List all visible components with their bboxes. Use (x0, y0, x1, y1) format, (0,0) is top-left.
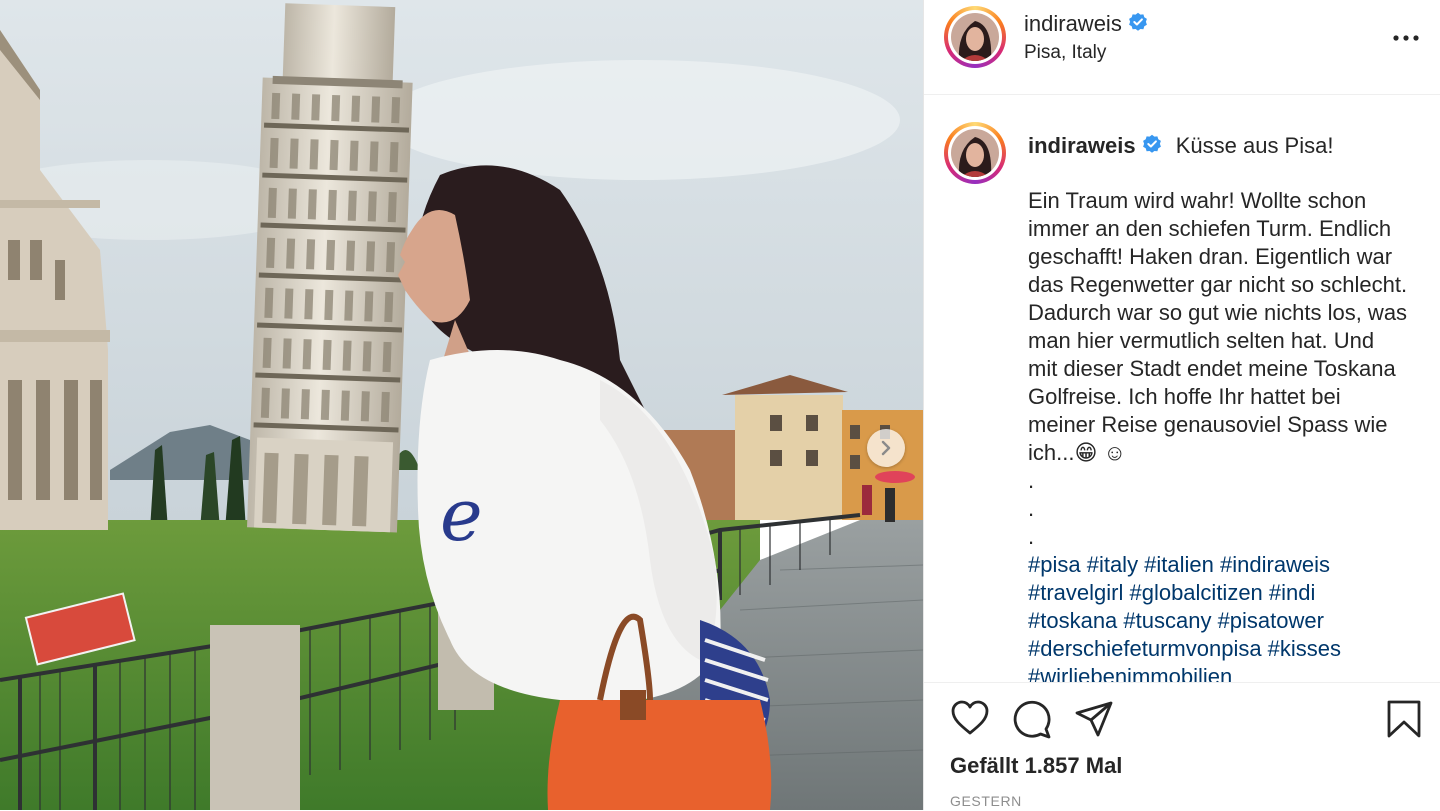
hashtag-line[interactable]: #pisa #italy #italien #indiraweis (1028, 551, 1413, 579)
hashtag-line[interactable]: #toskana #tuscany #pisatower (1028, 607, 1413, 635)
verified-badge-icon (1128, 12, 1148, 38)
post-date[interactable]: GESTERN (950, 793, 1022, 809)
caption-area: indiraweis Küsse aus Pisa! Ein Traum wir… (924, 94, 1440, 682)
photo-illustration: e (0, 0, 923, 810)
like-button[interactable] (950, 699, 990, 742)
caption-dot: . (1028, 524, 1035, 549)
heart-icon (951, 700, 989, 735)
hashtag-line[interactable]: #wirliebenimmobilien (1028, 663, 1413, 682)
likes-count[interactable]: Gefällt 1.857 Mal (950, 753, 1122, 779)
save-button[interactable] (1386, 699, 1422, 744)
next-photo-button[interactable] (867, 429, 905, 467)
caption-line: Ein Traum wird wahr! Wollte schon (1028, 188, 1367, 213)
caption-line: meiner Reise genausoviel Spass wie (1028, 412, 1388, 437)
caption-username[interactable]: indiraweis (1028, 133, 1136, 158)
comment-button[interactable] (1012, 699, 1052, 744)
header-location[interactable]: Pisa, Italy (1024, 42, 1106, 64)
chevron-right-icon (881, 440, 891, 456)
more-options-button[interactable] (1391, 26, 1421, 50)
caption-avatar[interactable] (944, 122, 1006, 184)
more-options-icon (1393, 35, 1419, 41)
send-icon (1075, 701, 1113, 737)
instagram-post: e indiraweis Pisa, Italy indiraweis Küss… (0, 0, 1440, 810)
avatar-image (951, 13, 999, 61)
caption-line: geschafft! Haken dran. Eigentlich war (1028, 244, 1393, 269)
caption-last-text: ich... (1028, 440, 1075, 465)
caption-last-line: ich...😁 ☺ (1028, 439, 1413, 467)
share-button[interactable] (1074, 699, 1114, 744)
caption-dot: . (1028, 468, 1035, 493)
post-sidebar: indiraweis Pisa, Italy indiraweis Küsse … (923, 0, 1440, 810)
caption-body: Ein Traum wird wahr! Wollte schon immer … (1028, 187, 1413, 682)
avatar-image (951, 129, 999, 177)
caption-headline: Küsse aus Pisa! (1175, 133, 1334, 158)
hashtag-line[interactable]: #derschiefeturmvonpisa #kisses (1028, 635, 1413, 663)
caption-line: das Regenwetter gar nicht so schlecht. (1028, 272, 1408, 297)
verified-badge-icon (1142, 133, 1162, 161)
svg-text:e: e (440, 473, 483, 557)
header-username[interactable]: indiraweis (1024, 11, 1122, 36)
caption-dot: . (1028, 496, 1035, 521)
caption-emojis: 😁 ☺ (1074, 440, 1126, 465)
action-bar: Gefällt 1.857 Mal GESTERN (924, 682, 1440, 811)
bookmark-icon (1387, 700, 1421, 738)
post-photo[interactable]: e (0, 0, 923, 810)
caption-line: immer an den schiefen Turm. Endlich (1028, 216, 1392, 241)
caption-line: Dadurch war so gut wie nichts los, was (1028, 300, 1408, 325)
avatar[interactable] (944, 6, 1006, 68)
caption-line: man hier vermutlich selten hat. Und (1028, 328, 1375, 353)
post-header: indiraweis Pisa, Italy (924, 0, 1440, 95)
caption-line: Golfreise. Ich hoffe Ihr hattet bei (1028, 384, 1341, 409)
comment-icon (1013, 700, 1051, 739)
header-username-row: indiraweis (1024, 11, 1148, 38)
caption-line: mit dieser Stadt endet meine Toskana (1028, 356, 1396, 381)
hashtag-line[interactable]: #travelgirl #globalcitizen #indi (1028, 579, 1413, 607)
caption-headline-row: indiraweis Küsse aus Pisa! (1028, 132, 1333, 161)
